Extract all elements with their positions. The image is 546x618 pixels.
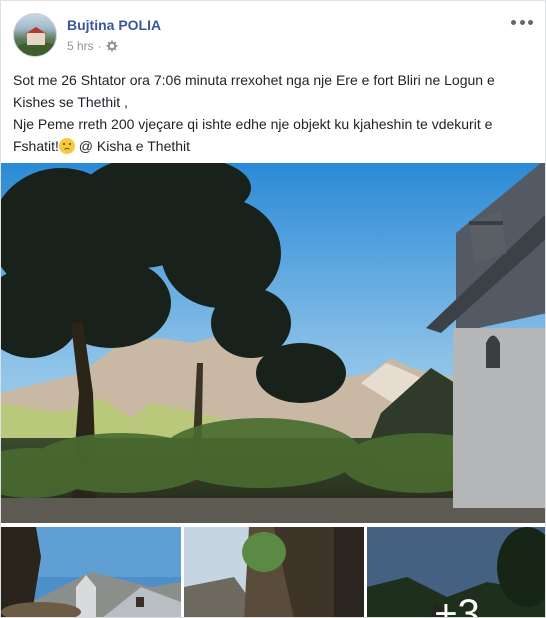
- more-photos-count: +3: [434, 592, 480, 618]
- post-meta: 5 hrs ·: [67, 39, 118, 53]
- post-header: Bujtina POLIA 5 hrs ·: [13, 13, 533, 59]
- post-text-line-2: Nje Peme rreth 200 vjeçare qi ishte edhe…: [13, 113, 535, 157]
- sad-tear-emoji-icon: [58, 138, 75, 154]
- gear-icon[interactable]: [106, 40, 118, 52]
- more-photos-overlay[interactable]: +3: [367, 527, 545, 618]
- page-avatar[interactable]: [13, 13, 57, 57]
- photo-thumbnail-3[interactable]: +3: [367, 527, 545, 618]
- main-photo[interactable]: [1, 163, 545, 523]
- photo-thumbnails: +3: [1, 527, 545, 618]
- photo-thumbnail-2[interactable]: [184, 527, 364, 617]
- post-body-text: Sot me 26 Shtator ora 7:06 minuta rrexoh…: [13, 69, 535, 157]
- page-name-link[interactable]: Bujtina POLIA: [67, 17, 161, 33]
- post-text-line-1: Sot me 26 Shtator ora 7:06 minuta rrexoh…: [13, 72, 495, 110]
- location-tag-link[interactable]: @ Kisha e Thethit: [75, 138, 190, 154]
- post-card: Bujtina POLIA 5 hrs · Sot me 26 Shtator …: [0, 0, 546, 618]
- more-options-icon[interactable]: [511, 15, 533, 29]
- post-timestamp[interactable]: 5 hrs: [67, 39, 94, 53]
- photo-thumbnail-1[interactable]: [1, 527, 181, 617]
